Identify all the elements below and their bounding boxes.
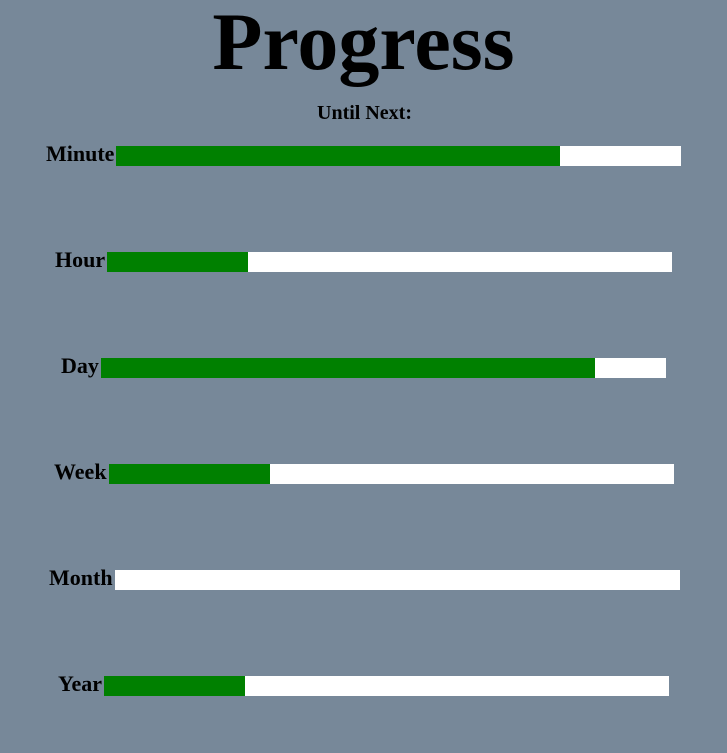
progress-fill-day — [100, 358, 596, 378]
progress-fill-hour — [107, 252, 249, 272]
progress-row-month: Month — [49, 566, 680, 590]
progress-label-week: Week — [54, 459, 107, 484]
progress-fill-week — [108, 464, 270, 484]
progress-bar-week — [108, 464, 674, 484]
progress-bar-month — [114, 570, 680, 590]
progress-row-hour: Hour — [55, 247, 673, 272]
progress-fill-minute — [116, 146, 560, 166]
progress-label-day: Day — [61, 353, 99, 378]
until-next-heading: Until Next: — [317, 102, 412, 124]
progress-label-hour: Hour — [55, 247, 106, 272]
progress-row-year: Year — [58, 672, 669, 696]
progress-label-minute: Minute — [46, 141, 115, 166]
progress-fill-year — [103, 676, 246, 696]
progress-bar-minute — [116, 146, 682, 166]
progress-row-minute: Minute — [46, 141, 682, 166]
progress-bar-hour — [107, 252, 673, 272]
progress-row-week: Week — [54, 460, 674, 484]
progress-bar-year — [103, 676, 669, 696]
progress-bar-day — [100, 358, 666, 378]
progress-label-month: Month — [49, 565, 113, 590]
progress-label-year: Year — [58, 671, 102, 696]
page-title: Progress — [212, 0, 515, 87]
progress-row-day: Day — [61, 354, 666, 378]
